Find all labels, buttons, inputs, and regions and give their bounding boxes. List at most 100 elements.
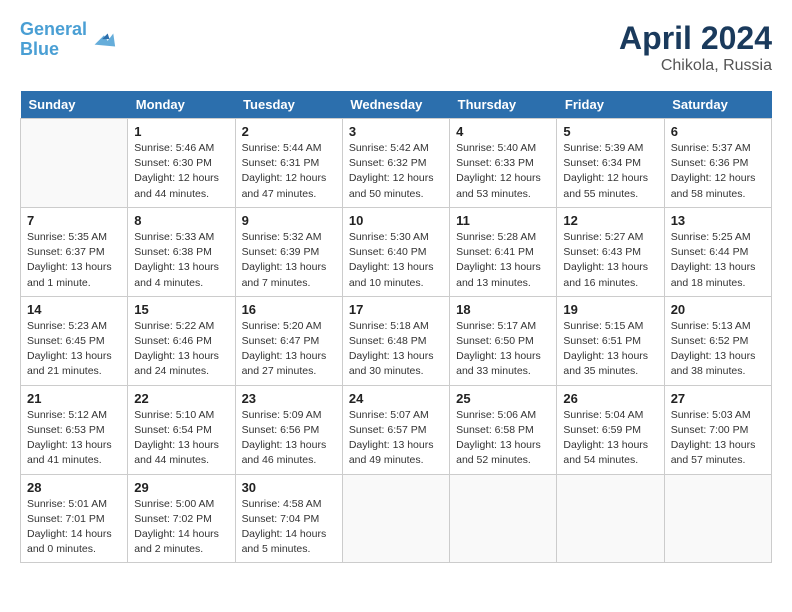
week-row-5: 28Sunrise: 5:01 AMSunset: 7:01 PMDayligh… xyxy=(21,474,772,563)
day-header-saturday: Saturday xyxy=(664,91,771,119)
date-number: 20 xyxy=(671,302,765,317)
cell-info: Sunrise: 5:03 AMSunset: 7:00 PMDaylight:… xyxy=(671,408,765,469)
date-number: 11 xyxy=(456,213,550,228)
calendar-cell: 8Sunrise: 5:33 AMSunset: 6:38 PMDaylight… xyxy=(128,207,235,296)
calendar-cell: 23 Sunrise: 5:09 AMSunset: 6:56 PMDayligh… xyxy=(235,385,342,474)
cell-info: Sunrise: 5:30 AMSunset: 6:40 PMDaylight:… xyxy=(349,230,443,291)
day-header-wednesday: Wednesday xyxy=(342,91,449,119)
calendar-cell xyxy=(557,474,664,563)
cell-info: Sunrise: 5:35 AMSunset: 6:37 PMDaylight:… xyxy=(27,230,121,291)
cell-info: Sunrise: 5:04 AMSunset: 6:59 PMDaylight:… xyxy=(563,408,657,469)
calendar-cell: 24Sunrise: 5:07 AMSunset: 6:57 PMDayligh… xyxy=(342,385,449,474)
date-number: 4 xyxy=(456,124,550,139)
date-number: 21 xyxy=(27,391,121,406)
date-number: 14 xyxy=(27,302,121,317)
date-number: 5 xyxy=(563,124,657,139)
day-header-sunday: Sunday xyxy=(21,91,128,119)
cell-info: Sunrise: 5:12 AMSunset: 6:53 PMDaylight:… xyxy=(27,408,121,469)
calendar-cell: 9 Sunrise: 5:32 AMSunset: 6:39 PMDaylight… xyxy=(235,207,342,296)
date-number: 16 xyxy=(242,302,336,317)
cell-info: Sunrise: 5:13 AMSunset: 6:52 PMDaylight:… xyxy=(671,319,765,380)
cell-info: Sunrise: 5:37 AMSunset: 6:36 PMDaylight:… xyxy=(671,141,765,202)
title-block: April 2024 Chikola, Russia xyxy=(619,20,772,75)
date-number: 23 xyxy=(242,391,336,406)
date-number: 19 xyxy=(563,302,657,317)
week-row-4: 21 Sunrise: 5:12 AMSunset: 6:53 PMDayligh… xyxy=(21,385,772,474)
calendar-cell xyxy=(342,474,449,563)
date-number: 7 xyxy=(27,213,121,228)
day-header-friday: Friday xyxy=(557,91,664,119)
date-number: 13 xyxy=(671,213,765,228)
week-row-3: 14 Sunrise: 5:23 AMSunset: 6:45 PMDayligh… xyxy=(21,296,772,385)
cell-info: Sunrise: 5:42 AMSunset: 6:32 PMDaylight:… xyxy=(349,141,443,202)
date-number: 27 xyxy=(671,391,765,406)
week-row-1: 1 Sunrise: 5:46 AMSunset: 6:30 PMDaylight… xyxy=(21,119,772,208)
date-number: 8 xyxy=(134,213,228,228)
calendar-cell: 10 Sunrise: 5:30 AMSunset: 6:40 PMDayligh… xyxy=(342,207,449,296)
cell-info: Sunrise: 5:09 AMSunset: 6:56 PMDaylight:… xyxy=(242,408,336,469)
date-number: 25 xyxy=(456,391,550,406)
cell-info: Sunrise: 5:00 AMSunset: 7:02 PMDaylight:… xyxy=(134,497,228,558)
calendar-body: 1 Sunrise: 5:46 AMSunset: 6:30 PMDaylight… xyxy=(21,119,772,563)
calendar-table: SundayMondayTuesdayWednesdayThursdayFrid… xyxy=(20,91,772,563)
calendar-cell: 16Sunrise: 5:20 AMSunset: 6:47 PMDayligh… xyxy=(235,296,342,385)
calendar-cell: 1 Sunrise: 5:46 AMSunset: 6:30 PMDaylight… xyxy=(128,119,235,208)
calendar-cell: 17 Sunrise: 5:18 AMSunset: 6:48 PMDayligh… xyxy=(342,296,449,385)
cell-info: Sunrise: 5:28 AMSunset: 6:41 PMDaylight:… xyxy=(456,230,550,291)
day-header-monday: Monday xyxy=(128,91,235,119)
cell-info: Sunrise: 5:39 AMSunset: 6:34 PMDaylight:… xyxy=(563,141,657,202)
cell-info: Sunrise: 5:44 AMSunset: 6:31 PMDaylight:… xyxy=(242,141,336,202)
date-number: 26 xyxy=(563,391,657,406)
calendar-cell: 15Sunrise: 5:22 AMSunset: 6:46 PMDayligh… xyxy=(128,296,235,385)
calendar-cell: 2 Sunrise: 5:44 AMSunset: 6:31 PMDaylight… xyxy=(235,119,342,208)
day-header-tuesday: Tuesday xyxy=(235,91,342,119)
cell-info: Sunrise: 4:58 AMSunset: 7:04 PMDaylight:… xyxy=(242,497,336,558)
calendar-cell: 25Sunrise: 5:06 AMSunset: 6:58 PMDayligh… xyxy=(450,385,557,474)
calendar-cell: 3 Sunrise: 5:42 AMSunset: 6:32 PMDaylight… xyxy=(342,119,449,208)
cell-info: Sunrise: 5:07 AMSunset: 6:57 PMDaylight:… xyxy=(349,408,443,469)
calendar-cell: 4 Sunrise: 5:40 AMSunset: 6:33 PMDaylight… xyxy=(450,119,557,208)
calendar-cell xyxy=(21,119,128,208)
calendar-cell: 28Sunrise: 5:01 AMSunset: 7:01 PMDayligh… xyxy=(21,474,128,563)
calendar-cell xyxy=(450,474,557,563)
date-number: 9 xyxy=(242,213,336,228)
date-number: 10 xyxy=(349,213,443,228)
date-number: 2 xyxy=(242,124,336,139)
calendar-cell: 19 Sunrise: 5:15 AMSunset: 6:51 PMDayligh… xyxy=(557,296,664,385)
cell-info: Sunrise: 5:40 AMSunset: 6:33 PMDaylight:… xyxy=(456,141,550,202)
calendar-cell: 11 Sunrise: 5:28 AMSunset: 6:41 PMDayligh… xyxy=(450,207,557,296)
calendar-cell: 26 Sunrise: 5:04 AMSunset: 6:59 PMDayligh… xyxy=(557,385,664,474)
date-number: 6 xyxy=(671,124,765,139)
cell-info: Sunrise: 5:10 AMSunset: 6:54 PMDaylight:… xyxy=(134,408,228,469)
calendar-cell: 14 Sunrise: 5:23 AMSunset: 6:45 PMDayligh… xyxy=(21,296,128,385)
date-number: 17 xyxy=(349,302,443,317)
calendar-cell: 12Sunrise: 5:27 AMSunset: 6:43 PMDayligh… xyxy=(557,207,664,296)
calendar-cell: 27 Sunrise: 5:03 AMSunset: 7:00 PMDayligh… xyxy=(664,385,771,474)
logo: GeneralBlue xyxy=(20,20,117,60)
cell-info: Sunrise: 5:46 AMSunset: 6:30 PMDaylight:… xyxy=(134,141,228,202)
calendar-cell: 30 Sunrise: 4:58 AMSunset: 7:04 PMDayligh… xyxy=(235,474,342,563)
date-number: 29 xyxy=(134,480,228,495)
cell-info: Sunrise: 5:32 AMSunset: 6:39 PMDaylight:… xyxy=(242,230,336,291)
cell-info: Sunrise: 5:22 AMSunset: 6:46 PMDaylight:… xyxy=(134,319,228,380)
cell-info: Sunrise: 5:01 AMSunset: 7:01 PMDaylight:… xyxy=(27,497,121,558)
cell-info: Sunrise: 5:18 AMSunset: 6:48 PMDaylight:… xyxy=(349,319,443,380)
day-header-thursday: Thursday xyxy=(450,91,557,119)
date-number: 30 xyxy=(242,480,336,495)
calendar-cell: 7 Sunrise: 5:35 AMSunset: 6:37 PMDaylight… xyxy=(21,207,128,296)
week-row-2: 7 Sunrise: 5:35 AMSunset: 6:37 PMDaylight… xyxy=(21,207,772,296)
cell-info: Sunrise: 5:27 AMSunset: 6:43 PMDaylight:… xyxy=(563,230,657,291)
date-number: 18 xyxy=(456,302,550,317)
cell-info: Sunrise: 5:15 AMSunset: 6:51 PMDaylight:… xyxy=(563,319,657,380)
calendar-cell: 20 Sunrise: 5:13 AMSunset: 6:52 PMDayligh… xyxy=(664,296,771,385)
calendar-header-row: SundayMondayTuesdayWednesdayThursdayFrid… xyxy=(21,91,772,119)
cell-info: Sunrise: 5:23 AMSunset: 6:45 PMDaylight:… xyxy=(27,319,121,380)
page-header: GeneralBlue April 2024 Chikola, Russia xyxy=(20,20,772,75)
logo-text: GeneralBlue xyxy=(20,20,87,60)
date-number: 3 xyxy=(349,124,443,139)
calendar-cell xyxy=(664,474,771,563)
month-title: April 2024 xyxy=(619,20,772,57)
calendar-cell: 18Sunrise: 5:17 AMSunset: 6:50 PMDayligh… xyxy=(450,296,557,385)
date-number: 1 xyxy=(134,124,228,139)
date-number: 22 xyxy=(134,391,228,406)
